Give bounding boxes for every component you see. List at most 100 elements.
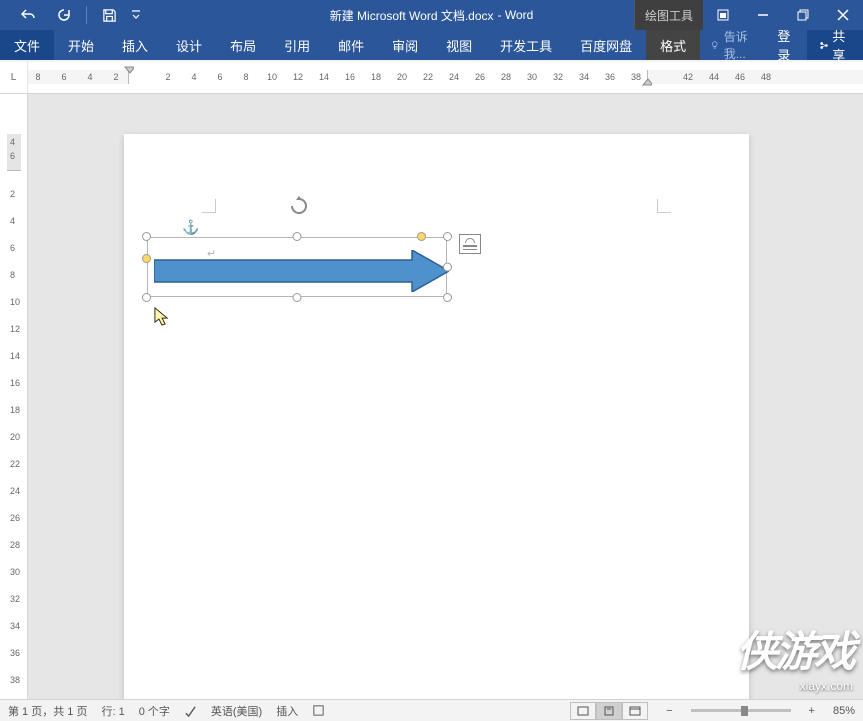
view-web-button[interactable] [622,702,648,720]
ruler-corner[interactable]: L [0,62,28,93]
tab-developer[interactable]: 开发工具 [486,30,566,60]
restore-icon [797,9,809,21]
resize-handle-bm[interactable] [293,293,302,302]
ruler-tick: 34 [10,621,20,631]
horizontal-ruler-area: L 86422468101214161820222426283032343638… [0,62,863,94]
redo-button[interactable] [46,0,82,30]
layout-options-button[interactable] [459,234,481,254]
ruler-tick: 26 [475,72,485,82]
resize-handle-mr[interactable] [443,263,452,272]
margin-corner-tr [657,199,671,213]
print-layout-icon [603,706,615,716]
status-bar: 第 1 页，共 1 页 行: 1 0 个字 英语(美国) 插入 − + 85% [0,699,863,721]
view-print-button[interactable] [596,702,622,720]
minimize-button[interactable] [743,0,783,30]
status-word-count[interactable]: 0 个字 [139,703,170,719]
arrow-shape-selection[interactable] [142,232,452,302]
zoom-out-button[interactable]: − [662,705,676,717]
ruler-tick: 6 [10,151,15,161]
resize-handle-tr[interactable] [443,232,452,241]
status-page[interactable]: 第 1 页，共 1 页 [8,703,87,719]
status-insert-mode[interactable]: 插入 [276,703,298,719]
tab-home[interactable]: 开始 [54,30,108,60]
ruler-tick: 32 [553,72,563,82]
share-icon [819,39,828,52]
adjust-handle-1[interactable] [417,232,426,241]
tab-mailings[interactable]: 邮件 [324,30,378,60]
undo-button[interactable] [10,0,46,30]
ruler-tick: 6 [217,72,222,82]
restore-button[interactable] [783,0,823,30]
tell-me-placeholder: 告诉我... [724,28,758,62]
tab-baidu[interactable]: 百度网盘 [566,30,646,60]
ruler-tick: 12 [10,324,20,334]
document-page[interactable]: ⚓ [124,134,749,699]
share-button[interactable]: 共享 [807,30,863,60]
contextual-tab-label: 绘图工具 [634,0,703,30]
tab-references[interactable]: 引用 [270,30,324,60]
tab-layout[interactable]: 布局 [216,30,270,60]
lightbulb-icon [710,39,720,52]
read-icon [577,706,589,716]
status-language[interactable]: 英语(美国) [211,703,262,719]
zoom-slider[interactable] [691,709,791,712]
save-button[interactable] [91,0,127,30]
zoom-percentage[interactable]: 85% [833,705,855,717]
save-icon [102,8,117,23]
tab-review[interactable]: 审阅 [378,30,432,60]
close-button[interactable] [823,0,863,30]
zoom-slider-thumb[interactable] [741,706,748,716]
first-line-indent-marker[interactable] [124,66,134,76]
view-read-button[interactable] [570,702,596,720]
zoom-in-button[interactable]: + [805,705,819,717]
mouse-cursor-icon [154,307,170,327]
spellcheck-icon[interactable] [184,704,197,717]
ruler-tick: 20 [10,432,20,442]
login-button[interactable]: 登录 [767,30,806,60]
ribbon-tabs: 文件 开始 插入 设计 布局 引用 邮件 审阅 视图 开发工具 百度网盘 格式 … [0,30,863,60]
window-controls: 绘图工具 [634,0,863,30]
ruler-tick: 20 [397,72,407,82]
ruler-tick: 4 [10,216,15,226]
document-viewport[interactable]: ⚓ [28,94,863,699]
close-icon [837,9,849,21]
resize-handle-br[interactable] [443,293,452,302]
ruler-tick: 30 [527,72,537,82]
window-title: 新建 Microsoft Word 文档.docx - Word [330,7,534,24]
tab-format[interactable]: 格式 [646,30,700,60]
status-line[interactable]: 行: 1 [101,703,124,719]
right-arrow-shape[interactable] [154,250,449,292]
ruler-tick: 12 [293,72,303,82]
ruler-tick: 38 [631,72,641,82]
ruler-tick: 16 [345,72,355,82]
view-mode-buttons [570,702,648,720]
margin-corner-tl [202,199,216,213]
ruler-tick: 6 [10,243,15,253]
qat-separator [86,6,87,24]
redo-icon [56,7,72,23]
resize-handle-tm[interactable] [293,232,302,241]
ruler-tick: 28 [501,72,511,82]
ruler-tick: 4 [10,137,15,147]
ruler-tick: 26 [10,513,20,523]
ruler-tick: 2 [113,72,118,82]
resize-handle-tl[interactable] [142,232,151,241]
tab-design[interactable]: 设计 [162,30,216,60]
right-indent-marker[interactable] [642,78,652,88]
ruler-tick: 10 [10,297,20,307]
macro-icon[interactable] [312,704,325,717]
tell-me-search[interactable]: 告诉我... [700,30,767,60]
rotate-handle[interactable] [289,196,309,221]
qat-customize-button[interactable] [127,0,145,30]
paragraph-mark: ↵ [207,247,216,260]
horizontal-ruler[interactable]: 8642246810121416182022242628303234363842… [28,62,863,93]
tab-file[interactable]: 文件 [0,30,54,60]
tab-insert[interactable]: 插入 [108,30,162,60]
resize-handle-bl[interactable] [142,293,151,302]
tab-view[interactable]: 视图 [432,30,486,60]
ruler-tick: 42 [683,72,693,82]
adjust-handle-2[interactable] [142,254,151,263]
vertical-ruler[interactable]: 46 2468101214161820222426283032343638 [0,94,28,699]
ribbon-display-button[interactable] [703,0,743,30]
ruler-tick: 48 [761,72,771,82]
